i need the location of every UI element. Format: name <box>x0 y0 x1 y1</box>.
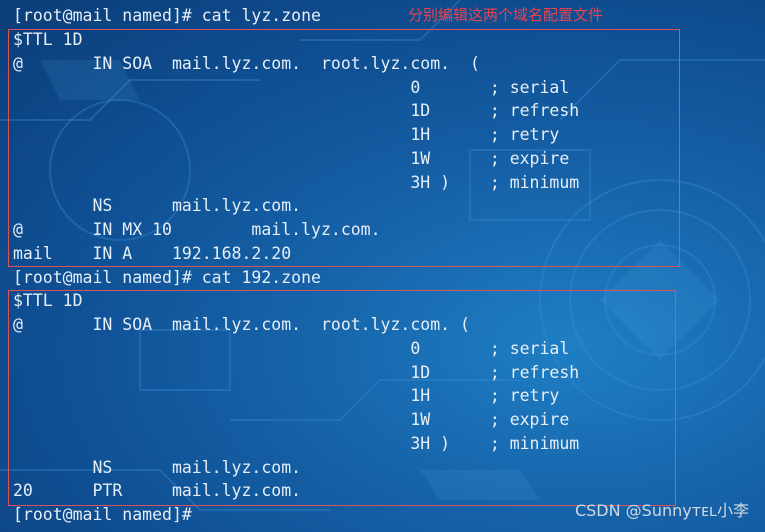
zone-line: 1H ; retry <box>13 386 560 405</box>
zone-line: 0 ; serial <box>13 339 570 358</box>
zone-line: 20 PTR mail.lyz.com. <box>13 481 302 500</box>
zone-line: @ IN SOA mail.lyz.com. root.lyz.com. ( <box>13 54 480 73</box>
zone-line: @ IN SOA mail.lyz.com. root.lyz.com. ( <box>13 315 470 334</box>
zone-line: @ IN MX 10 mail.lyz.com. <box>13 220 381 239</box>
terminal-output[interactable]: [root@mail named]# cat lyz.zone $TTL 1D … <box>0 0 765 532</box>
zone-line: mail IN A 192.168.2.20 <box>13 244 292 263</box>
command-line: [root@mail named]# cat 192.zone <box>13 268 321 287</box>
command-line: [root@mail named]# cat lyz.zone <box>13 6 321 25</box>
zone-line: 3H ) ; minimum <box>13 434 580 453</box>
zone-line: 1D ; refresh <box>13 363 580 382</box>
zone-line: $TTL 1D <box>13 30 83 49</box>
zone-line: NS mail.lyz.com. <box>13 196 302 215</box>
zone-line: $TTL 1D <box>13 291 83 310</box>
zone-line: NS mail.lyz.com. <box>13 458 302 477</box>
zone-line: 1H ; retry <box>13 125 560 144</box>
shell-prompt[interactable]: [root@mail named]# <box>13 503 192 527</box>
zone-line: 0 ; serial <box>13 78 570 97</box>
zone-line: 1W ; expire <box>13 149 570 168</box>
zone-line: 1W ; expire <box>13 410 570 429</box>
zone-line: 1D ; refresh <box>13 101 580 120</box>
csdn-watermark: CSDN @Sunnyᴛᴇʟ小李 <box>574 501 749 520</box>
zone-line: 3H ) ; minimum <box>13 173 580 192</box>
